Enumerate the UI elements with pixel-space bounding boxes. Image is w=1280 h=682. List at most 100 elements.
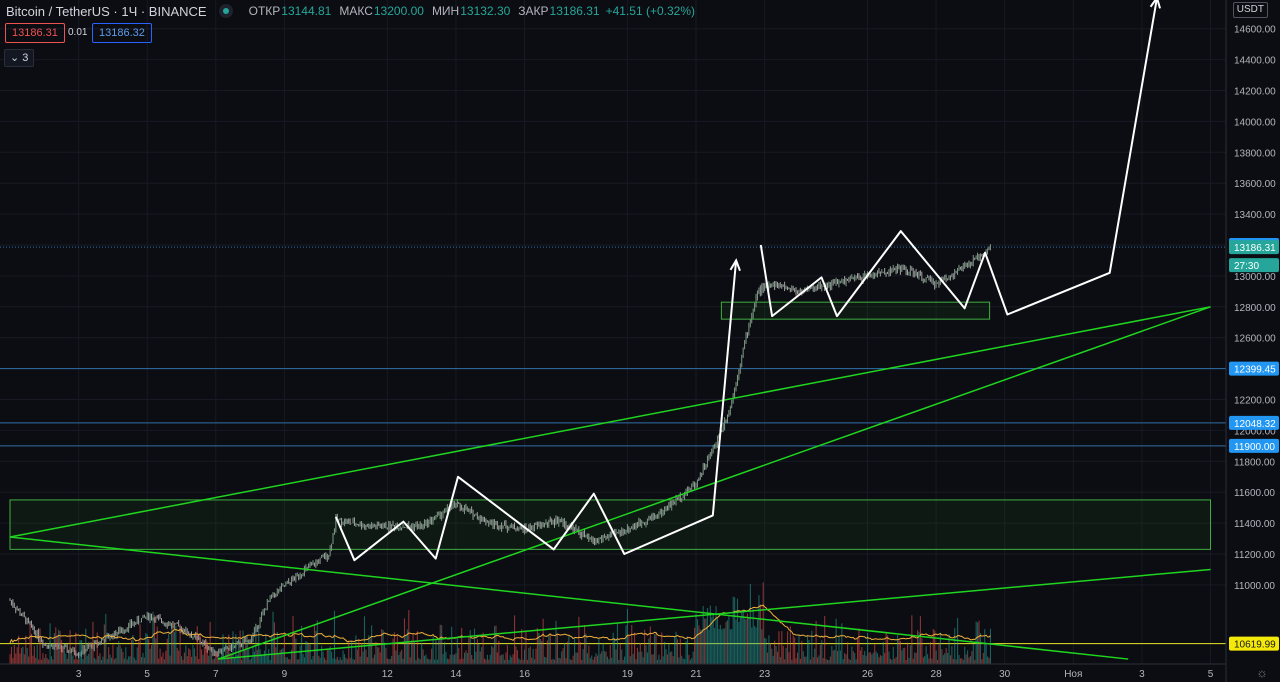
volume-bar xyxy=(529,646,531,664)
volume-bar xyxy=(40,659,43,664)
volume-bar xyxy=(981,659,983,664)
volume-bar xyxy=(928,658,930,664)
market-status-icon[interactable] xyxy=(218,4,233,18)
volume-bar xyxy=(954,628,956,664)
volume-bar xyxy=(462,658,464,664)
volume-bar xyxy=(82,659,84,664)
price-label: 27:30 xyxy=(1234,261,1259,272)
volume-bar xyxy=(25,635,27,664)
volume-bar xyxy=(965,654,967,664)
volume-bar xyxy=(198,658,200,664)
gear-icon[interactable]: ☼ xyxy=(1256,665,1268,680)
volume-bar xyxy=(189,649,191,664)
volume-bar xyxy=(376,647,378,664)
volume-bar xyxy=(16,647,18,664)
volume-bar xyxy=(802,651,804,664)
volume-bar xyxy=(822,658,824,664)
change-value: +41.51 (+0.32%) xyxy=(605,4,696,18)
volume-bar xyxy=(509,655,511,664)
volume-bar xyxy=(35,657,37,664)
symbol-title[interactable]: Bitcoin / TetherUS · 1Ч · BINANCE xyxy=(0,4,207,19)
volume-bar xyxy=(934,630,936,664)
volume-bar xyxy=(877,653,879,664)
volume-bar xyxy=(531,657,533,664)
volume-bar xyxy=(649,626,651,664)
volume-bar xyxy=(392,638,394,664)
volume-bar xyxy=(952,658,954,664)
volume-bar xyxy=(379,652,381,664)
volume-bar xyxy=(349,657,351,664)
x-tick-label: 5 xyxy=(144,669,150,680)
volume-bar xyxy=(559,658,561,664)
volume-bar xyxy=(391,655,393,664)
volume-bar xyxy=(351,641,353,664)
volume-bar xyxy=(979,633,982,664)
volume-bar xyxy=(276,631,278,664)
volume-bar xyxy=(658,654,660,664)
volume-bar xyxy=(489,654,491,664)
volume-bar xyxy=(988,657,990,664)
volume-bar xyxy=(646,652,649,664)
y-tick-label: 12800.00 xyxy=(1234,303,1276,314)
x-tick-label: 21 xyxy=(690,669,702,680)
volume-bar xyxy=(20,647,23,664)
volume-bar xyxy=(831,645,833,664)
volume-bar xyxy=(932,628,934,664)
legend-toggle-button[interactable]: ⌄ 3 xyxy=(4,49,35,67)
volume-bar xyxy=(112,644,114,664)
volume-bar xyxy=(751,627,753,664)
y-tick-label: 11600.00 xyxy=(1234,488,1275,499)
volume-bar xyxy=(19,653,21,664)
currency-button[interactable]: USDT xyxy=(1232,2,1268,18)
volume-bar xyxy=(398,654,400,664)
volume-bar xyxy=(28,656,30,664)
volume-bar xyxy=(791,659,793,664)
volume-bar xyxy=(967,650,969,664)
volume-bar xyxy=(672,656,674,664)
volume-bar xyxy=(892,646,894,664)
volume-bar xyxy=(985,643,987,664)
volume-bar xyxy=(536,628,538,664)
sell-price-button[interactable]: 13186.31 xyxy=(5,23,65,43)
volume-bar xyxy=(133,657,135,664)
volume-bar xyxy=(945,648,947,664)
volume-bar xyxy=(215,652,217,664)
volume-bar xyxy=(551,659,553,664)
volume-bar xyxy=(839,650,841,664)
volume-bar xyxy=(469,630,471,664)
volume-bar xyxy=(638,651,640,664)
volume-bar xyxy=(176,647,178,664)
volume-bar xyxy=(236,654,238,664)
price-chart[interactable]: 3 5 7 9 12 14 16 19 21 23 26 28 30 Ноя 3 5 11000.00 11200… xyxy=(0,0,1280,682)
volume-bar xyxy=(103,624,105,664)
volume-bar xyxy=(116,646,118,664)
volume-bar xyxy=(253,651,255,664)
volume-bar xyxy=(205,639,207,664)
volume-bar xyxy=(333,610,336,664)
y-tick-label: 14400.00 xyxy=(1234,56,1276,67)
buy-price-button[interactable]: 13186.32 xyxy=(92,23,152,43)
volume-bar xyxy=(338,659,340,664)
volume-bar xyxy=(188,648,190,664)
volume-bar xyxy=(586,653,588,664)
volume-bar xyxy=(343,654,346,664)
volume-bar xyxy=(809,659,811,664)
volume-bar xyxy=(639,643,641,664)
volume-bar xyxy=(648,638,650,664)
volume-bar xyxy=(887,635,889,664)
volume-bar xyxy=(369,639,371,664)
volume-bar xyxy=(606,656,608,664)
volume-bar xyxy=(846,642,849,664)
volume-bar xyxy=(676,639,679,664)
volume-bar xyxy=(388,659,390,664)
volume-bar xyxy=(281,649,283,664)
volume-bar xyxy=(163,659,165,664)
x-tick-label: 19 xyxy=(622,669,634,680)
volume-bar xyxy=(749,584,751,664)
volume-bar xyxy=(901,650,903,664)
volume-bar xyxy=(322,651,324,664)
volume-bar xyxy=(299,645,301,664)
volume-bar xyxy=(401,649,403,664)
volume-bar xyxy=(937,659,939,664)
volume-bar xyxy=(102,656,104,664)
